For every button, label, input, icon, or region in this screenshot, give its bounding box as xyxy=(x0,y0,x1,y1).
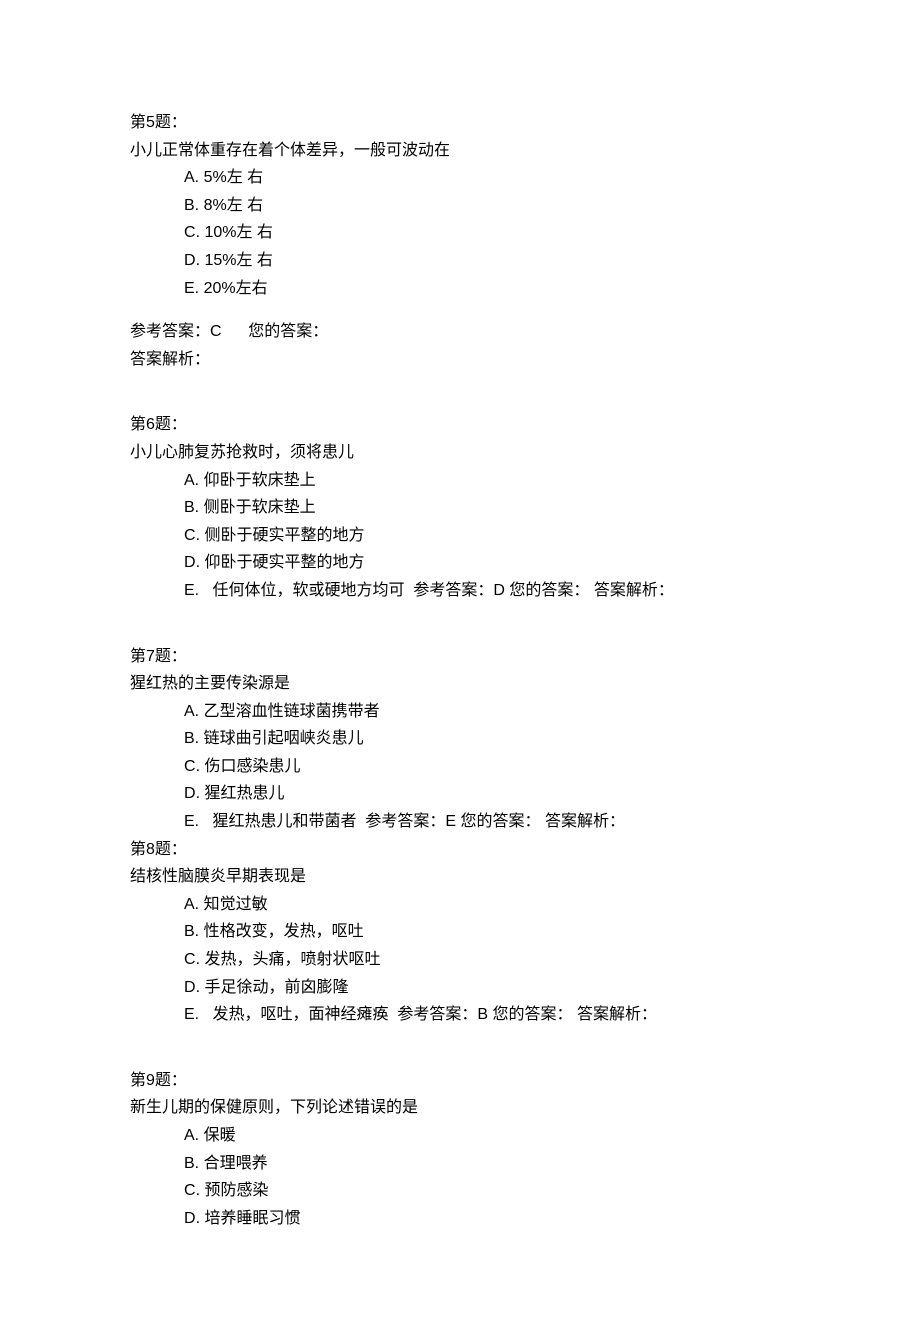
option-e: E. 猩红热患儿和带菌者 参考答案：E 您的答案： 答案解析： xyxy=(184,809,790,835)
your-answer-label: 您的答案： xyxy=(509,582,589,599)
option-a: A. 知觉过敏 xyxy=(184,892,790,918)
option-a: A. 仰卧于软床垫上 xyxy=(184,468,790,494)
option-c: C. 伤口感染患儿 xyxy=(184,754,790,780)
your-answer-label: 您的答案： xyxy=(248,323,328,340)
option-d: D. 培养睡眠习惯 xyxy=(184,1206,790,1232)
option-e: E. 发热，呕吐，面神经瘫痪 参考答案：B 您的答案： 答案解析： xyxy=(184,1002,790,1028)
ref-answer-label: 参考答案： xyxy=(397,1006,477,1023)
options-list: A. 保暖 B. 合理喂养 C. 预防感染 D. 培养睡眠习惯 xyxy=(130,1123,790,1231)
option-a: A. 5%左 右 xyxy=(184,165,790,191)
answer-explanation-label: 答案解析： xyxy=(577,1006,657,1023)
options-list: A. 仰卧于软床垫上 B. 侧卧于软床垫上 C. 侧卧于硬实平整的地方 D. 仰… xyxy=(130,468,790,604)
question-block: 第8题： 结核性脑膜炎早期表现是 A. 知觉过敏 B. 性格改变，发热，呕吐 C… xyxy=(130,837,790,1028)
options-list: A. 知觉过敏 B. 性格改变，发热，呕吐 C. 发热，头痛，喷射状呕吐 D. … xyxy=(130,892,790,1028)
answer-explanation-label: 答案解析： xyxy=(594,582,674,599)
option-b: B. 8%左 右 xyxy=(184,193,790,219)
question-header: 第5题： xyxy=(130,110,790,136)
question-block: 第9题： 新生儿期的保健原则，下列论述错误的是 A. 保暖 B. 合理喂养 C.… xyxy=(130,1068,790,1232)
option-d: D. 猩红热患儿 xyxy=(184,781,790,807)
option-b: B. 侧卧于软床垫上 xyxy=(184,495,790,521)
answer-block: 参考答案：C 您的答案： 答案解析： xyxy=(130,319,790,372)
option-b: B. 合理喂养 xyxy=(184,1151,790,1177)
your-answer-label: 您的答案： xyxy=(493,1006,573,1023)
option-d: D. 15%左 右 xyxy=(184,248,790,274)
option-c: C. 发热，头痛，喷射状呕吐 xyxy=(184,947,790,973)
option-a: A. 乙型溶血性链球菌携带者 xyxy=(184,699,790,725)
question-stem: 新生儿期的保健原则，下列论述错误的是 xyxy=(130,1095,790,1121)
ref-answer-value: E xyxy=(445,813,456,830)
option-c: C. 侧卧于硬实平整的地方 xyxy=(184,523,790,549)
option-d: D. 仰卧于硬实平整的地方 xyxy=(184,550,790,576)
answer-explanation-label: 答案解析： xyxy=(545,813,625,830)
question-header: 第7题： xyxy=(130,644,790,670)
question-stem: 小儿正常体重存在着个体差异，一般可波动在 xyxy=(130,138,790,164)
question-stem: 猩红热的主要传染源是 xyxy=(130,671,790,697)
question-block: 第6题： 小儿心肺复苏抢救时，须将患儿 A. 仰卧于软床垫上 B. 侧卧于软床垫… xyxy=(130,412,790,603)
reference-answer-line: 参考答案：C 您的答案： xyxy=(130,319,790,345)
your-answer-label: 您的答案： xyxy=(461,813,541,830)
document-page: 第5题： 小儿正常体重存在着个体差异，一般可波动在 A. 5%左 右 B. 8%… xyxy=(0,0,920,1319)
ref-answer-value: D xyxy=(493,582,505,599)
option-c: C. 10%左 右 xyxy=(184,220,790,246)
option-b: B. 性格改变，发热，呕吐 xyxy=(184,919,790,945)
options-list: A. 乙型溶血性链球菌携带者 B. 链球曲引起咽峡炎患儿 C. 伤口感染患儿 D… xyxy=(130,699,790,835)
options-list: A. 5%左 右 B. 8%左 右 C. 10%左 右 D. 15%左 右 E.… xyxy=(130,165,790,301)
question-header: 第9题： xyxy=(130,1068,790,1094)
ref-answer-label: 参考答案： xyxy=(365,813,445,830)
answer-explanation-label: 答案解析： xyxy=(130,347,790,373)
option-a: A. 保暖 xyxy=(184,1123,790,1149)
ref-answer-label: 参考答案： xyxy=(130,323,210,340)
question-stem: 结核性脑膜炎早期表现是 xyxy=(130,864,790,890)
option-e: E. 任何体位，软或硬地方均可 参考答案：D 您的答案： 答案解析： xyxy=(184,578,790,604)
question-stem: 小儿心肺复苏抢救时，须将患儿 xyxy=(130,440,790,466)
ref-answer-label: 参考答案： xyxy=(413,582,493,599)
question-block: 第7题： 猩红热的主要传染源是 A. 乙型溶血性链球菌携带者 B. 链球曲引起咽… xyxy=(130,644,790,835)
question-header: 第6题： xyxy=(130,412,790,438)
option-c: C. 预防感染 xyxy=(184,1178,790,1204)
ref-answer-value: C xyxy=(210,323,222,340)
option-d: D. 手足徐动，前囟膨隆 xyxy=(184,975,790,1001)
question-block: 第5题： 小儿正常体重存在着个体差异，一般可波动在 A. 5%左 右 B. 8%… xyxy=(130,110,790,372)
ref-answer-value: B xyxy=(477,1006,488,1023)
question-header: 第8题： xyxy=(130,837,790,863)
option-e: E. 20%左右 xyxy=(184,276,790,302)
option-b: B. 链球曲引起咽峡炎患儿 xyxy=(184,726,790,752)
